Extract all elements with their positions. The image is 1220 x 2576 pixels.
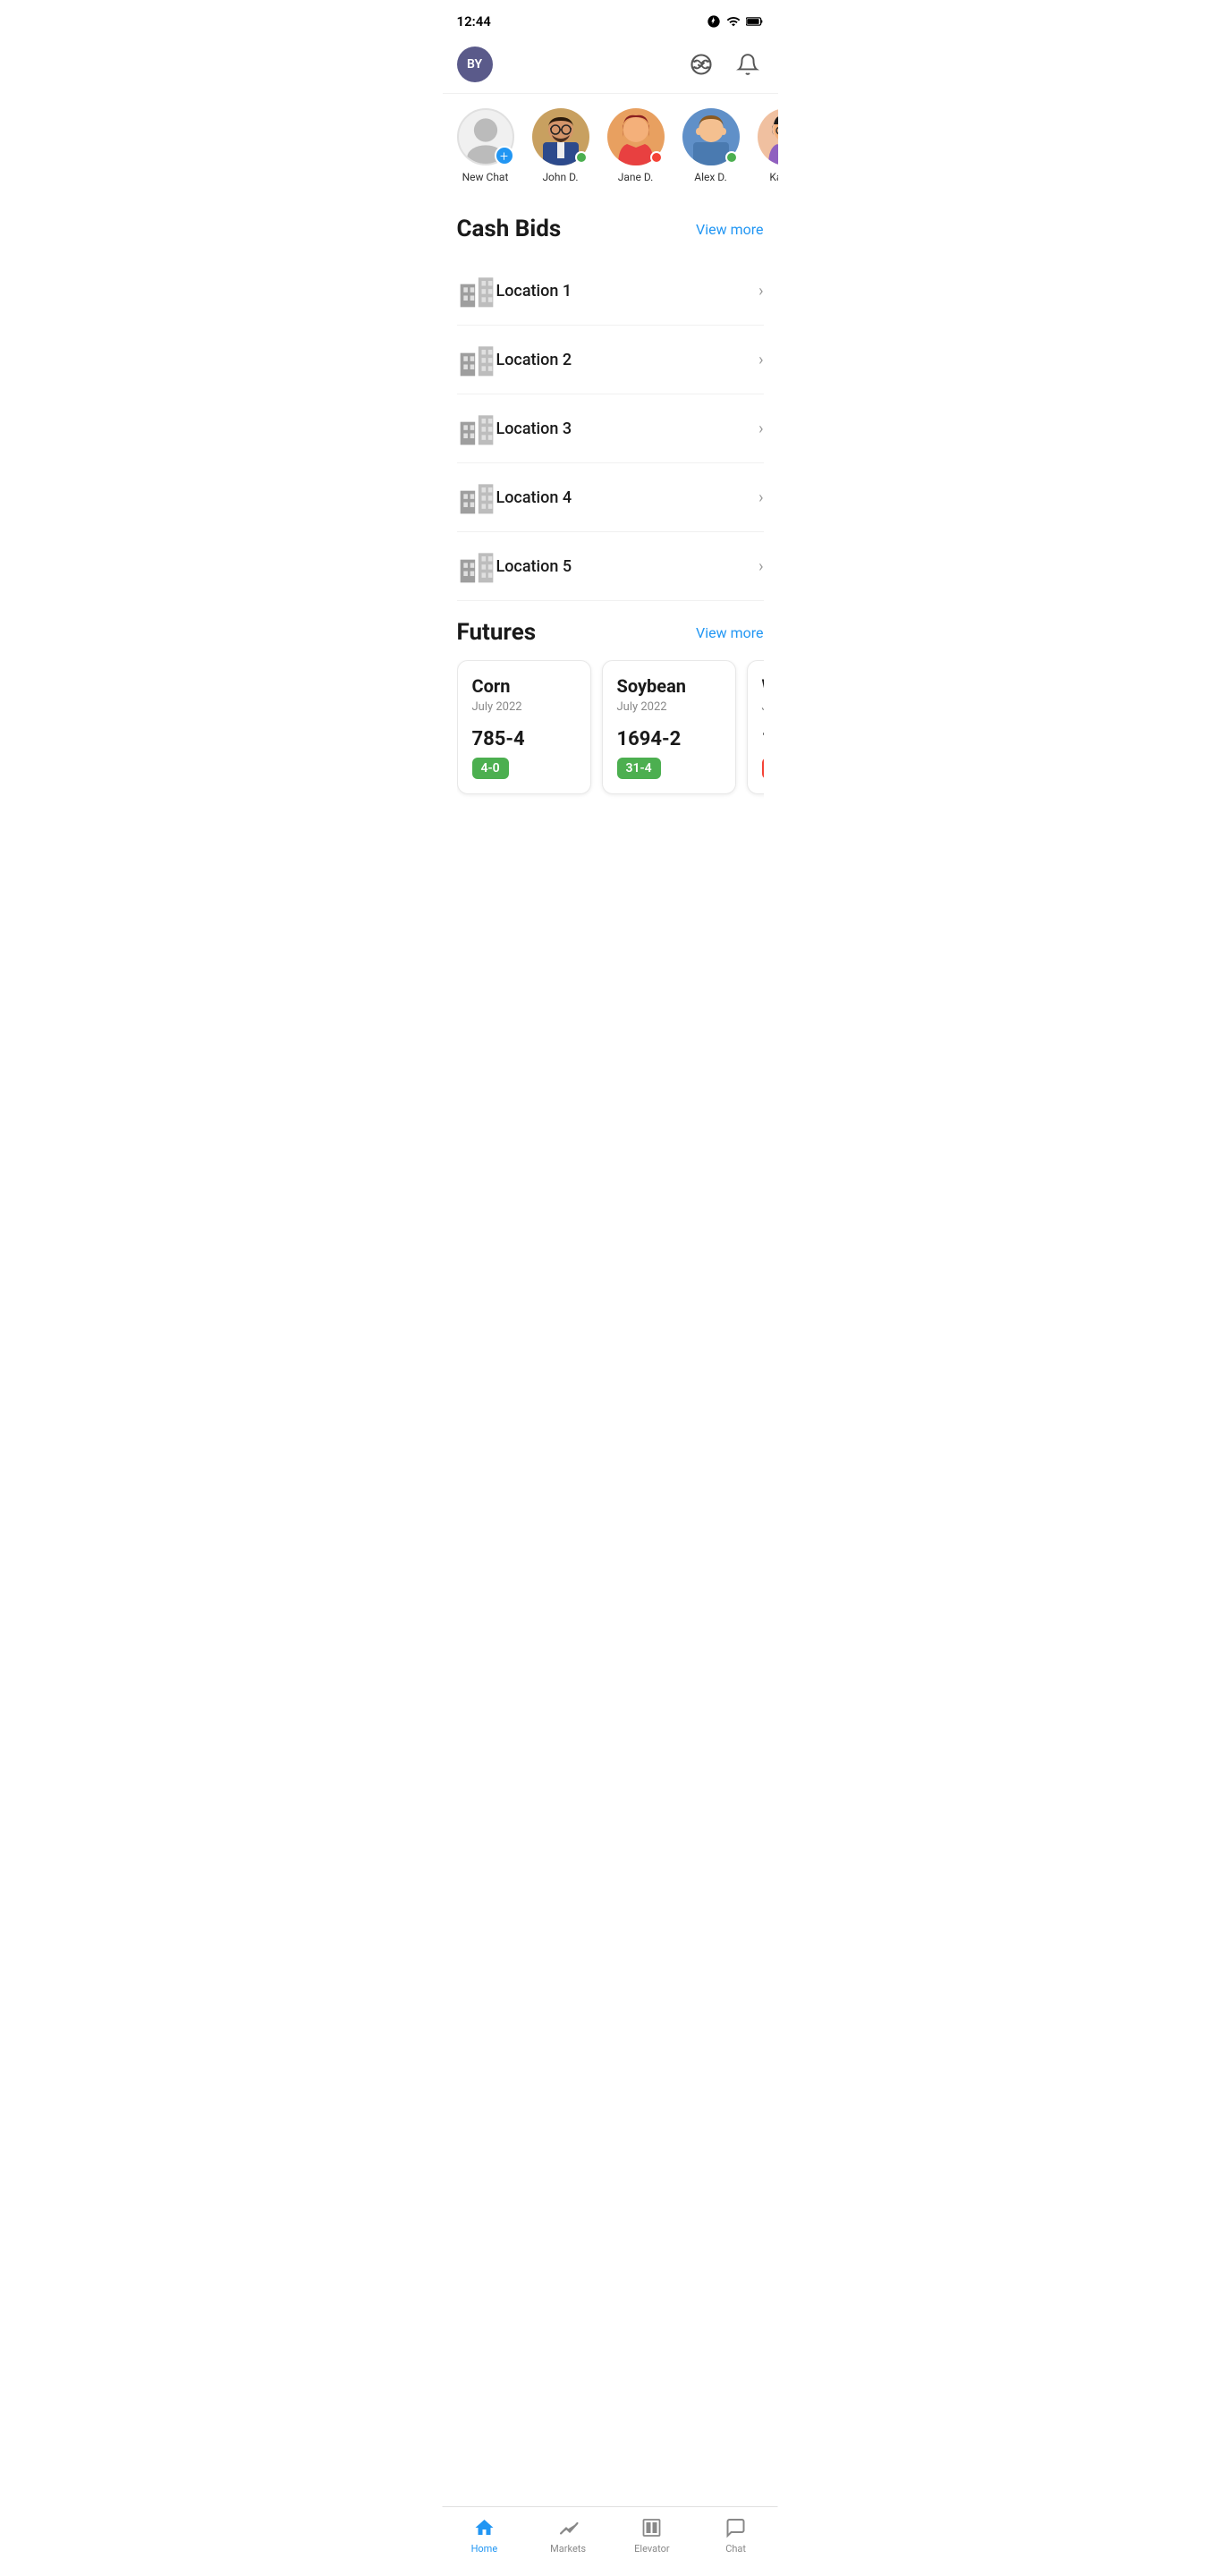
location-name-1: Location 1 xyxy=(496,282,759,301)
nav-home[interactable]: Home xyxy=(457,2516,511,2555)
corn-change-badge: 4-0 xyxy=(472,758,509,779)
building-icon-4 xyxy=(457,478,496,517)
kate-avatar xyxy=(758,108,778,165)
connect-icon xyxy=(689,52,714,77)
bottom-nav: Home Markets Elevator xyxy=(443,2506,778,2576)
futures-title: Futures xyxy=(457,619,537,646)
cash-bids-title: Cash Bids xyxy=(457,216,562,242)
contact-name-alex: Alex D. xyxy=(694,171,726,183)
battery-icon xyxy=(746,16,764,27)
home-icon xyxy=(473,2517,495,2538)
john-status-dot xyxy=(575,151,588,164)
location-chevron-5: › xyxy=(758,557,763,576)
jane-status-dot xyxy=(650,151,663,164)
status-bar: 12:44 xyxy=(443,0,778,39)
contact-kate[interactable]: Kate P. xyxy=(754,108,778,183)
location-name-5: Location 5 xyxy=(496,557,759,576)
connect-button[interactable] xyxy=(685,48,717,80)
wheat-commodity: Wheat xyxy=(762,675,764,697)
wifi-icon xyxy=(726,14,741,29)
location-chevron-2: › xyxy=(758,351,763,369)
kate-avatar-icon xyxy=(758,108,778,165)
futures-card-soybean[interactable]: Soybean July 2022 1694-2 31-4 xyxy=(602,660,736,794)
location-chevron-4: › xyxy=(758,488,763,507)
building-icon-1 xyxy=(457,271,496,310)
elevator-nav-icon xyxy=(640,2516,664,2539)
location-chevron-1: › xyxy=(758,282,763,301)
contacts-row: + New Chat xyxy=(443,94,778,198)
chat-icon xyxy=(725,2517,747,2538)
nav-home-label: Home xyxy=(471,2543,498,2555)
corn-month: July 2022 xyxy=(472,700,576,714)
markets-nav-icon xyxy=(556,2516,580,2539)
john-avatar-wrap xyxy=(532,108,589,165)
soybean-commodity: Soybean xyxy=(617,675,721,697)
building-icon-3 xyxy=(457,409,496,448)
page-bottom-spacer xyxy=(457,816,764,887)
nav-chat[interactable]: Chat xyxy=(709,2516,763,2555)
location-item-5[interactable]: Location 5 › xyxy=(457,532,764,601)
header: BY xyxy=(443,39,778,94)
alex-avatar-wrap xyxy=(682,108,740,165)
notifications-button[interactable] xyxy=(732,48,764,80)
nav-markets-label: Markets xyxy=(550,2543,586,2555)
chat-nav-icon xyxy=(724,2516,748,2539)
nav-elevator-label: Elevator xyxy=(634,2543,669,2555)
corn-commodity: Corn xyxy=(472,675,576,697)
location-name-3: Location 3 xyxy=(496,419,759,438)
futures-card-wheat[interactable]: Wheat July 2022 1200- -30-6 xyxy=(747,660,764,794)
location-list: Location 1 › Location 2 › xyxy=(457,257,764,601)
nav-elevator[interactable]: Elevator xyxy=(625,2516,679,2555)
futures-cards: Corn July 2022 785-4 4-0 Soybean July 20… xyxy=(457,660,764,801)
location-item-4[interactable]: Location 4 › xyxy=(457,463,764,532)
notification-icon xyxy=(707,14,721,29)
location-name-2: Location 2 xyxy=(496,351,759,369)
elevator-icon xyxy=(641,2517,663,2538)
location-chevron-3: › xyxy=(758,419,763,438)
main-content: Cash Bids View more Location 1 › xyxy=(443,198,778,887)
contact-name-kate: Kate P. xyxy=(769,171,777,183)
soybean-change-badge: 31-4 xyxy=(617,758,661,779)
futures-card-corn[interactable]: Corn July 2022 785-4 4-0 xyxy=(457,660,591,794)
location-item-3[interactable]: Location 3 › xyxy=(457,394,764,463)
new-chat-plus-icon: + xyxy=(495,146,514,165)
location-item-2[interactable]: Location 2 › xyxy=(457,326,764,394)
contact-john[interactable]: John D. xyxy=(529,108,593,183)
futures-section: Futures View more Corn July 2022 785-4 4… xyxy=(457,601,764,816)
wheat-price: 1200- xyxy=(762,728,764,750)
nav-markets[interactable]: Markets xyxy=(541,2516,595,2555)
building-icon-2 xyxy=(457,340,496,379)
new-chat-avatar-wrap: + xyxy=(457,108,514,165)
corn-price: 785-4 xyxy=(472,728,576,750)
header-icons xyxy=(685,48,764,80)
status-time: 12:44 xyxy=(457,13,491,30)
cash-bids-header: Cash Bids View more xyxy=(457,198,764,257)
bell-icon xyxy=(736,53,759,76)
kate-avatar-wrap xyxy=(758,108,778,165)
wheat-change-badge: -30-6 xyxy=(762,758,764,779)
soybean-price: 1694-2 xyxy=(617,728,721,750)
markets-icon xyxy=(557,2517,579,2538)
contact-alex[interactable]: Alex D. xyxy=(679,108,743,183)
jane-avatar-wrap xyxy=(607,108,665,165)
contact-name-new-chat: New Chat xyxy=(462,171,509,183)
alex-status-dot xyxy=(725,151,738,164)
contact-new-chat[interactable]: + New Chat xyxy=(453,108,518,183)
user-avatar[interactable]: BY xyxy=(457,47,493,82)
futures-view-more[interactable]: View more xyxy=(696,624,763,641)
contact-jane[interactable]: Jane D. xyxy=(604,108,668,183)
cash-bids-view-more[interactable]: View more xyxy=(696,221,763,238)
wheat-month: July 2022 xyxy=(762,700,764,714)
contact-name-john: John D. xyxy=(542,171,578,183)
futures-header: Futures View more xyxy=(457,601,764,660)
contact-name-jane: Jane D. xyxy=(618,171,654,183)
building-icon-5 xyxy=(457,547,496,586)
nav-chat-label: Chat xyxy=(725,2543,746,2555)
location-name-4: Location 4 xyxy=(496,488,759,507)
status-icons xyxy=(707,14,764,29)
location-item-1[interactable]: Location 1 › xyxy=(457,257,764,326)
home-nav-icon xyxy=(472,2516,496,2539)
soybean-month: July 2022 xyxy=(617,700,721,714)
